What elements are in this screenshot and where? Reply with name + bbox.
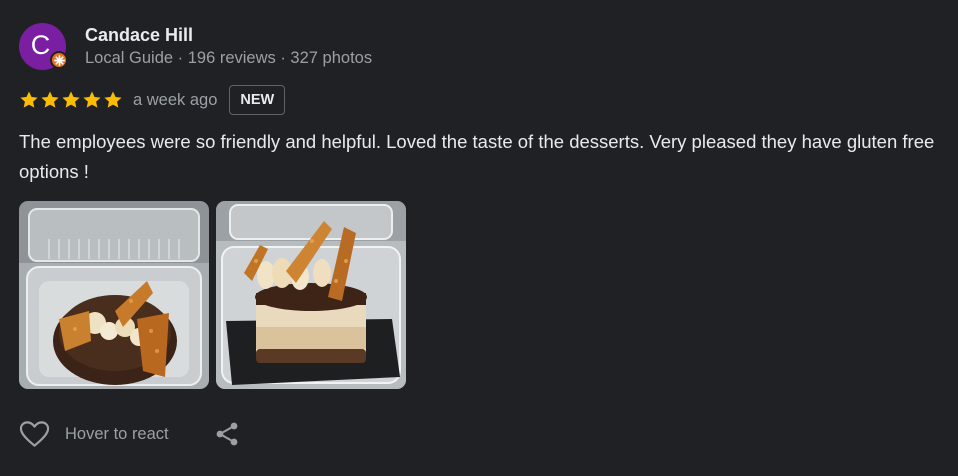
avatar-initial: C (30, 30, 51, 60)
react-label: Hover to react (65, 424, 169, 443)
review-photo-2[interactable] (216, 201, 406, 389)
review-date: a week ago (133, 90, 218, 109)
avatar[interactable]: C (19, 23, 68, 70)
star-icon (41, 91, 59, 108)
review-photo-1[interactable] (19, 201, 209, 389)
new-badge: NEW (229, 85, 286, 115)
rating-row: a week ago NEW (19, 84, 286, 116)
react-button[interactable]: Hover to react (19, 420, 169, 448)
reviewer-header: C Candace Hill Local Guide · 196 reviews… (19, 23, 372, 73)
star-icon (83, 91, 101, 108)
reviewer-info: Candace Hill Local Guide · 196 reviews ·… (85, 24, 372, 68)
review-photos (19, 201, 413, 389)
review-card: C Candace Hill Local Guide · 196 reviews… (0, 0, 958, 476)
star-icon (104, 91, 122, 108)
star-icon (20, 91, 38, 108)
local-guide-badge-icon (50, 51, 68, 69)
reviewer-name[interactable]: Candace Hill (85, 24, 372, 46)
reviewer-meta: Local Guide · 196 reviews · 327 photos (85, 49, 373, 67)
heart-outline-icon (19, 421, 50, 447)
review-actions: Hover to react (19, 417, 240, 451)
share-button[interactable] (214, 421, 240, 447)
share-icon (216, 422, 238, 446)
star-icon (62, 91, 80, 108)
star-rating (19, 90, 124, 110)
review-text: The employees were so friendly and helpf… (19, 131, 935, 182)
